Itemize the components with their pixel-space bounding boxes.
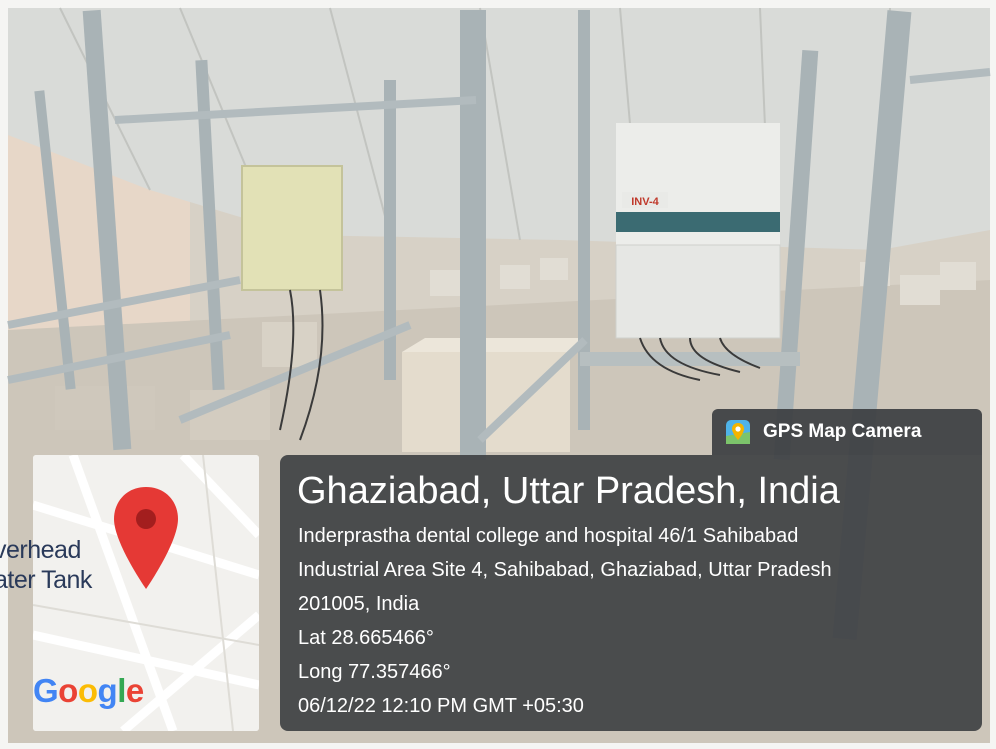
longitude: Long 77.357466° — [298, 661, 451, 683]
timestamp: 06/12/22 12:10 PM GMT +05:30 — [298, 695, 584, 717]
map-pin-icon — [726, 420, 750, 444]
address-line-1: Inderprastha dental college and hospital… — [298, 525, 799, 547]
map-label-line1: verhead — [0, 536, 81, 564]
map-label-line2: ater Tank — [0, 566, 92, 594]
google-logo: Google — [33, 672, 144, 709]
gps-badge-label: GPS Map Camera — [763, 421, 922, 442]
address-line-3: 201005, India — [298, 593, 420, 615]
address-line-2: Industrial Area Site 4, Sahibabad, Ghazi… — [298, 559, 832, 581]
latitude: Lat 28.665466° — [298, 627, 434, 649]
gps-map-camera-badge: GPS Map Camera — [712, 409, 982, 455]
location-title: Ghaziabad, Uttar Pradesh, India — [297, 470, 840, 512]
svg-text:INV-4: INV-4 — [631, 196, 659, 208]
